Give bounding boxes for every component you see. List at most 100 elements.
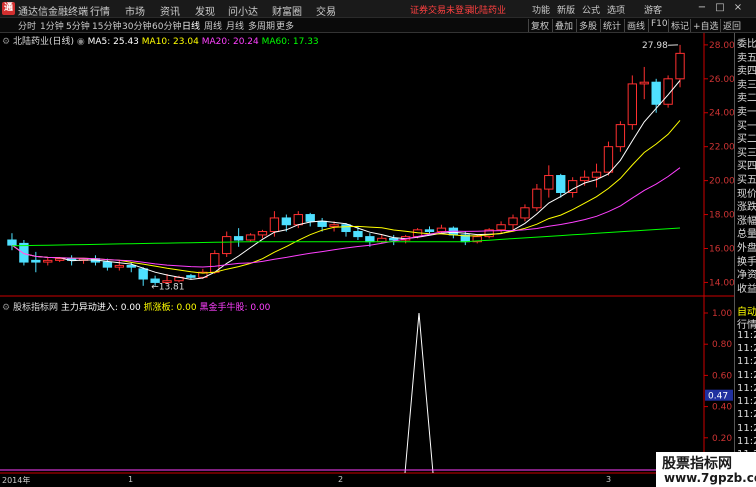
draw-line-button[interactable]: 画线 [624,19,647,32]
date-axis: 2014年 1 2 3 [0,474,704,487]
quote-panel-item: 收益 [737,283,756,295]
maximize-icon[interactable]: □ [714,2,726,14]
notice-stock[interactable]: 北陆药业 [470,3,506,16]
candle-body [556,175,566,193]
indicator-tick-label: 0.80 [712,340,732,350]
menu-wenxiaoda[interactable]: 问小达 [228,3,258,18]
period-60min[interactable]: 60分钟 [152,19,181,32]
indicator-line1: 主力异动进入: 0.00 [60,303,141,313]
indicator-legend: ⚙ 股标指标网 主力异动进入: 0.00 抓涨板: 0.00 黑金手牛股: 0.… [2,300,270,313]
ma60-label: MA60: 17.33 [261,37,319,47]
app-title: 通达信金融终端 [18,7,88,18]
indicator-tick-label: 0.60 [712,371,732,381]
menu-news[interactable]: 资讯 [160,3,180,18]
period-toolbar: 分时 1分钟 5分钟 15分钟 30分钟 60分钟 日线 周线 月线 多周期 更… [0,18,756,33]
menu-market[interactable]: 市场 [125,3,145,18]
candle-body [544,175,554,190]
period-daily[interactable]: 日线 [182,19,200,32]
candle-body [579,176,590,182]
candle-body [520,207,530,219]
price-tick-label: 16.00 [709,244,734,254]
candle-body [114,264,125,268]
menu-options[interactable]: 选项 [607,3,625,16]
candle-body [317,220,327,227]
period-30min[interactable]: 30分钟 [122,19,151,32]
menu-new-version[interactable]: 新版 [557,3,575,16]
login-notice[interactable]: 证券交易未登录 [410,3,473,16]
indicator-line2: 抓涨板: 0.00 [143,303,197,313]
quote-panel: 委比 卖五 卖四 卖三 卖二 卖一 买一 买二 买三 买四 买五 现价 涨跌 涨幅 总量 外盘 换手 净资 收益 自动… [734,33,756,487]
statistics-button[interactable]: 统计 [600,19,623,32]
quote-panel-item: 11:2 [737,356,756,368]
candle-body [532,188,542,209]
quote-panel-item: 11:2 [737,329,756,341]
quote-panel-item: 11:2 [737,369,756,381]
menu-formula[interactable]: 公式 [582,3,600,16]
candle-body [329,224,339,227]
period-monthly[interactable]: 月线 [226,19,244,32]
close-icon[interactable]: × [732,2,744,14]
overlay-button[interactable]: 叠加 [552,19,575,32]
period-multi[interactable]: 多周期 [248,19,275,32]
ma10-label: MA10: 23.04 [141,37,199,47]
quote-panel-item: 11:2 [737,342,756,354]
menu-fortune-circle[interactable]: 财富圈 [272,3,302,18]
candle-body [257,231,268,236]
candle-body [591,171,602,178]
period-5min[interactable]: 5分钟 [66,19,90,32]
candle-body [436,227,447,233]
multi-stock-button[interactable]: 多股 [576,19,599,32]
candle-body [222,236,232,255]
period-15min[interactable]: 15分钟 [92,19,121,32]
low-price-label: ←13.81 [151,283,184,293]
back-button[interactable]: 返回 [720,19,743,32]
candle-body [102,261,113,268]
f10-button[interactable]: F10 [648,19,670,32]
candle-body [43,259,53,263]
app-logo-icon: 通 [2,2,15,15]
period-1min[interactable]: 1分钟 [40,19,64,32]
price-tick-label: 18.00 [709,211,734,221]
candle-body [31,259,41,263]
minimize-icon[interactable]: − [696,2,708,14]
candle-body [508,217,518,226]
candle-body [233,236,244,241]
indicator-tick-label: 1.00 [712,309,732,319]
candle-body [126,264,136,268]
date-label: 1 [128,475,134,484]
period-weekly[interactable]: 周线 [204,19,222,32]
period-more[interactable]: 更多 [276,19,294,32]
mark-button[interactable]: 标记 [668,19,691,32]
candle-body [424,229,435,233]
indicator-spike [404,312,434,474]
price-tick-label: 22.00 [709,143,734,153]
quote-panel-item: 11:2 [737,436,756,447]
candle-body [138,268,148,280]
candle-body [305,214,315,222]
menu-trade[interactable]: 交易 [316,3,336,18]
indicator-settings-icon[interactable]: ⚙ [2,303,10,313]
candle-body [353,231,363,238]
indicator-name[interactable]: 股标指标网 [13,303,58,313]
adjust-button[interactable]: 复权 [528,19,551,32]
menu-quotes[interactable]: 行情 [90,3,110,18]
candle-body [7,239,17,246]
target-icon: ◉ [76,37,85,47]
indicator-tick-label: 0.20 [712,434,732,444]
candle-body [293,214,303,226]
add-watchlist-button[interactable]: +自选 [690,19,721,32]
price-tick-label: 28.00 [709,41,734,51]
candle-body [639,81,649,85]
candle-body [603,146,614,173]
date-label: 3 [606,475,612,484]
kline-chart[interactable]: 28.00 26.00 24.00 22.00 20.00 18.00 16.00 14.00… [0,33,734,474]
user-name[interactable]: 游客 [644,3,662,16]
menu-function[interactable]: 功能 [532,3,550,16]
settings-icon[interactable]: ⚙ [2,37,10,47]
menu-discover[interactable]: 发现 [195,3,215,18]
quote-panel-item: 11:2 [737,396,756,408]
candle-body [281,217,292,226]
period-tick[interactable]: 分时 [18,19,36,32]
candle-body [365,236,375,243]
candle-body [269,217,280,233]
